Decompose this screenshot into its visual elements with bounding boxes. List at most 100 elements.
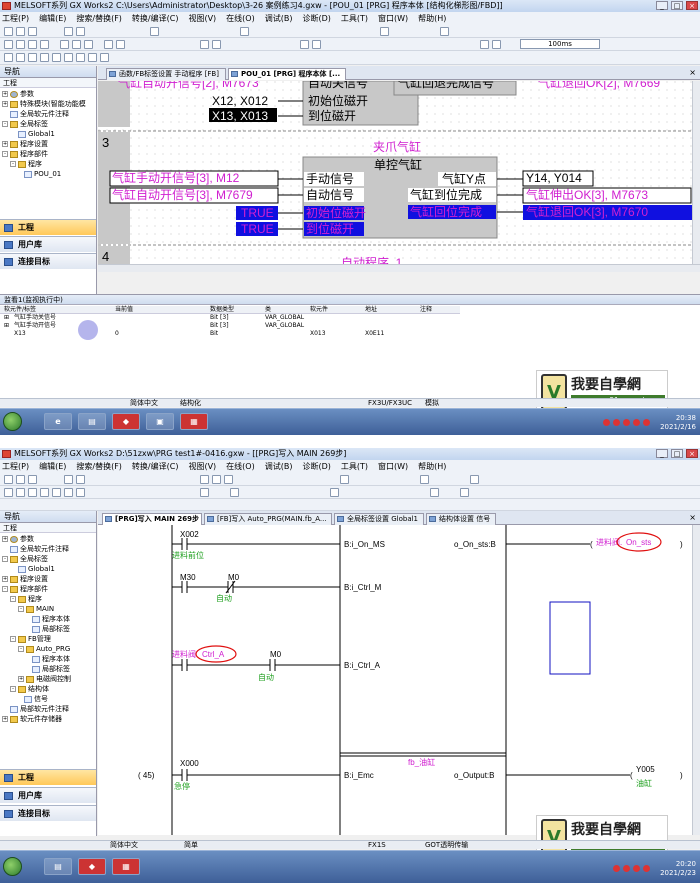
maximize-button[interactable]: □ xyxy=(671,1,683,10)
tab-close-icon[interactable]: × xyxy=(689,513,696,522)
menu-project[interactable]: 工程(P) xyxy=(2,13,29,24)
run-icon[interactable] xyxy=(480,40,489,49)
tree-item[interactable]: - 结构体 xyxy=(2,684,96,694)
tree-item[interactable]: - FB管理 xyxy=(2,634,96,644)
ladder-icon[interactable] xyxy=(76,488,85,497)
clock[interactable]: 20:38 2021/2/16 xyxy=(660,414,696,432)
nav-project-button[interactable]: 工程 xyxy=(0,219,96,235)
paste-icon[interactable] xyxy=(84,40,93,49)
ladder-icon[interactable] xyxy=(230,488,239,497)
save-icon[interactable] xyxy=(28,475,37,484)
tab-auto-prg[interactable]: [FB]写入 Auto_PRG(MAIN.fb_A... xyxy=(204,513,332,525)
toolbar-icon[interactable] xyxy=(28,27,37,36)
input-var-4[interactable]: TRUE xyxy=(241,222,274,236)
new-icon[interactable] xyxy=(4,475,13,484)
ladder-icon[interactable] xyxy=(460,488,469,497)
toolbar-icon[interactable] xyxy=(4,27,13,36)
tree-item[interactable]: 全局软元件注释 xyxy=(2,109,96,119)
ladder-icon[interactable] xyxy=(52,488,61,497)
menu-convert[interactable]: 转换/编译(C) xyxy=(132,13,179,24)
tree-item[interactable]: 全局软元件注释 xyxy=(2,544,96,554)
tree-item[interactable]: 程序本体 xyxy=(2,654,96,664)
taskbar-app[interactable]: ◆ xyxy=(112,413,140,430)
print-icon[interactable] xyxy=(40,40,49,49)
taskbar-gxworks[interactable]: ▦ xyxy=(112,858,140,875)
tree-item[interactable]: + 程序设置 xyxy=(2,139,96,149)
tree-item[interactable]: - 全局标签 xyxy=(2,119,96,129)
toolbar-icon[interactable] xyxy=(470,475,479,484)
ladder-icon[interactable] xyxy=(430,488,439,497)
menu-tools[interactable]: 工具(T) xyxy=(341,13,368,24)
ladder-icon[interactable] xyxy=(28,53,37,62)
ladder-icon[interactable] xyxy=(64,53,73,62)
ladder-icon[interactable] xyxy=(330,488,339,497)
nav-connection-button[interactable]: 连接目标 xyxy=(0,805,96,821)
menu-online[interactable]: 在线(O) xyxy=(226,13,255,24)
fbd-editor[interactable]: 气缸自动开信号[2], M7673 自动关信号 气缸回退完成信号 气缸退回OK[… xyxy=(98,81,692,264)
menu-edit[interactable]: 编辑(E) xyxy=(39,461,66,472)
tree-item[interactable]: + 软元件存储器 xyxy=(2,714,96,724)
cut-icon[interactable] xyxy=(200,475,209,484)
new-icon[interactable] xyxy=(4,40,13,49)
taskbar-app[interactable]: ◆ xyxy=(78,858,106,875)
input-var-1[interactable]: 气缸手动开信号[3], M12 xyxy=(112,170,240,185)
tray-icon[interactable] xyxy=(623,865,630,872)
menu-window[interactable]: 窗口(W) xyxy=(378,13,408,24)
tab-global-labels[interactable]: 全局标签设置 Global1 xyxy=(334,513,424,525)
tray-icon[interactable] xyxy=(633,865,640,872)
toolbar-icon[interactable] xyxy=(420,475,429,484)
tree-item[interactable]: 局部标签 xyxy=(2,624,96,634)
menu-view[interactable]: 视图(V) xyxy=(188,461,216,472)
menu-debug[interactable]: 调试(B) xyxy=(265,461,293,472)
menu-window[interactable]: 窗口(W) xyxy=(378,461,408,472)
ladder-icon[interactable] xyxy=(28,488,37,497)
taskbar-gxworks[interactable]: ▦ xyxy=(180,413,208,430)
clock[interactable]: 20:20 2021/2/23 xyxy=(660,860,696,878)
table-row[interactable]: ⊞ 气缸手动开信号 Bit [3] VAR_GLOBAL xyxy=(0,322,460,330)
menu-view[interactable]: 视图(V) xyxy=(188,13,216,24)
minimize-button[interactable]: _ xyxy=(656,449,668,458)
taskbar-explorer[interactable]: ▤ xyxy=(78,413,106,430)
toolbar-icon[interactable] xyxy=(76,27,85,36)
output-var-1[interactable]: Y14, Y014 xyxy=(526,171,582,185)
taskbar-browser[interactable]: e xyxy=(44,413,72,430)
toolbar-icon[interactable] xyxy=(340,475,349,484)
table-row[interactable]: ⊞ 气缸手动关信号 Bit [3] VAR_GLOBAL xyxy=(0,314,460,322)
tray-icon[interactable] xyxy=(603,419,610,426)
maximize-button[interactable]: □ xyxy=(671,449,683,458)
start-button[interactable] xyxy=(3,857,22,876)
tree-item[interactable]: - 程序部件 xyxy=(2,149,96,159)
tree-item[interactable]: - Auto_PRG xyxy=(2,644,96,654)
tree-item[interactable]: + 参数 xyxy=(2,89,96,99)
minimize-button[interactable]: _ xyxy=(656,1,668,10)
tree-item[interactable]: - 程序 xyxy=(2,159,96,169)
tree-item[interactable]: - 程序部件 xyxy=(2,584,96,594)
horizontal-scrollbar[interactable] xyxy=(98,264,700,272)
toolbar-icon[interactable] xyxy=(440,27,449,36)
stop-icon[interactable] xyxy=(492,40,501,49)
start-button[interactable] xyxy=(3,412,22,431)
ladder-icon[interactable] xyxy=(40,53,49,62)
tree-item[interactable]: POU_01 xyxy=(2,169,96,179)
menu-search[interactable]: 搜索/替换(F) xyxy=(76,13,122,24)
tray-icon[interactable] xyxy=(643,865,650,872)
taskbar-app[interactable]: ▣ xyxy=(146,413,174,430)
ladder-icon[interactable] xyxy=(64,488,73,497)
monitor-icon[interactable] xyxy=(212,40,221,49)
menu-diagnostics[interactable]: 诊断(D) xyxy=(302,13,330,24)
menu-tools[interactable]: 工具(T) xyxy=(341,461,368,472)
vertical-scrollbar[interactable] xyxy=(692,81,700,264)
menu-help[interactable]: 帮助(H) xyxy=(418,13,446,24)
tray-icon[interactable] xyxy=(613,865,620,872)
ladder-icon[interactable] xyxy=(16,53,25,62)
tree-item[interactable]: 局部软元件注释 xyxy=(2,704,96,714)
tray-icon[interactable] xyxy=(623,419,630,426)
vertical-scrollbar[interactable] xyxy=(692,525,700,835)
menu-search[interactable]: 搜索/替换(F) xyxy=(76,461,122,472)
interval-field[interactable]: 100ms xyxy=(520,39,600,49)
output-var-3[interactable]: 气缸退回OK[3], M7670 xyxy=(526,204,648,219)
ladder-icon[interactable] xyxy=(76,53,85,62)
tree-item[interactable]: + 程序设置 xyxy=(2,574,96,584)
ladder-icon[interactable] xyxy=(200,488,209,497)
tree-item[interactable]: Global1 xyxy=(2,564,96,574)
